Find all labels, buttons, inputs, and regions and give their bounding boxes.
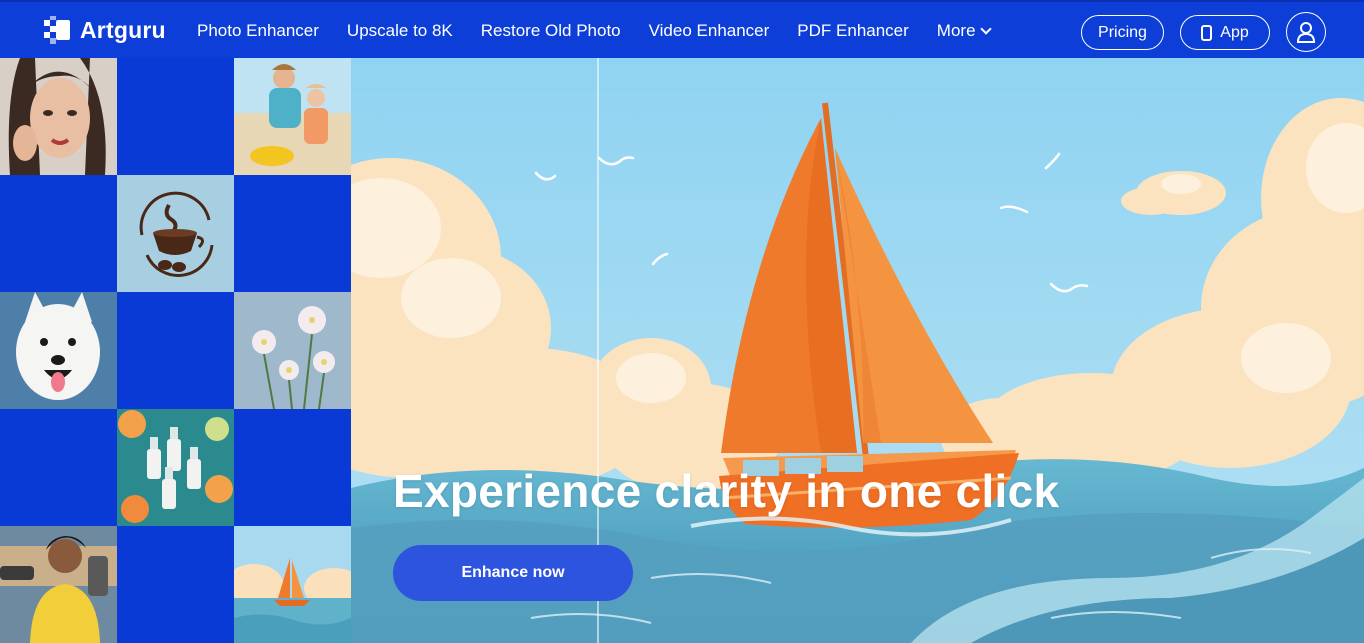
nav-restore-old-photo[interactable]: Restore Old Photo xyxy=(481,21,621,41)
white-flowers-image xyxy=(234,292,351,409)
mother-child-beach-image xyxy=(234,58,351,175)
nav-photo-enhancer[interactable]: Photo Enhancer xyxy=(197,21,319,41)
top-navbar: Artguru Photo Enhancer Upscale to 8K Res… xyxy=(0,0,1364,58)
white-dog-image xyxy=(0,292,117,409)
nav-more-label: More xyxy=(936,21,976,40)
sailboat-thumbnail-image xyxy=(234,526,351,643)
portrait-woman-image xyxy=(0,58,117,175)
skateboarder-image xyxy=(0,526,117,643)
logo[interactable]: Artguru xyxy=(44,16,166,44)
nail-polish-image xyxy=(117,409,234,526)
pricing-label: Pricing xyxy=(1098,23,1147,41)
nav-links: Photo Enhancer Upscale to 8K Restore Old… xyxy=(197,21,1018,41)
user-icon xyxy=(1296,22,1316,43)
hero-banner: Experience clarity in one click Enhance … xyxy=(351,58,1364,643)
nav-pdf-enhancer[interactable]: PDF Enhancer xyxy=(797,21,909,41)
hero-headline: Experience clarity in one click xyxy=(393,465,1060,517)
nav-upscale-8k[interactable]: Upscale to 8K xyxy=(347,21,453,41)
coffee-logo-image xyxy=(117,175,234,292)
artguru-logo-icon xyxy=(44,16,72,44)
pricing-button[interactable]: Pricing xyxy=(1081,15,1164,50)
enhance-now-label: Enhance now xyxy=(461,564,565,581)
app-button[interactable]: App xyxy=(1180,15,1270,50)
chevron-down-icon xyxy=(979,23,992,35)
app-label: App xyxy=(1220,23,1249,41)
account-button[interactable] xyxy=(1286,12,1326,52)
nav-more[interactable]: More xyxy=(936,21,992,41)
phone-icon xyxy=(1201,24,1213,41)
sample-image-mosaic xyxy=(0,58,351,643)
enhance-now-button[interactable]: Enhance now xyxy=(393,545,633,601)
nav-video-enhancer[interactable]: Video Enhancer xyxy=(649,21,770,41)
brand-name: Artguru xyxy=(80,16,166,43)
